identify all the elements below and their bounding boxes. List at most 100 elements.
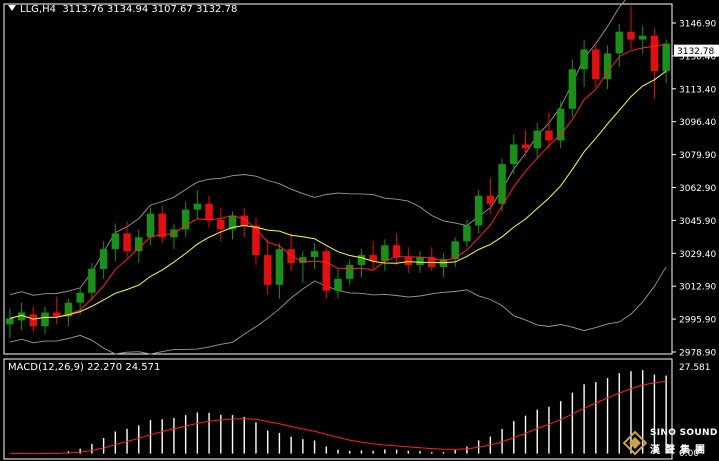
macd-signal-line — [9, 380, 667, 455]
candle-body — [486, 195, 495, 204]
low-value: 3107.67 — [151, 4, 193, 15]
candle — [52, 296, 61, 325]
candle — [41, 306, 49, 335]
candle — [334, 268, 342, 299]
candle — [6, 308, 14, 339]
candle-body — [181, 209, 190, 230]
macd-histogram — [20, 370, 667, 454]
candle — [287, 233, 295, 271]
macd-chart[interactable]: 27.5810.00 — [0, 358, 719, 461]
macd-value: 22.270 — [87, 362, 123, 373]
candle-body — [217, 219, 225, 230]
price-tick-label: 3079.90 — [679, 151, 716, 161]
candle — [650, 27, 659, 99]
candle-body — [545, 130, 553, 141]
price-tick-label: 3045.90 — [679, 217, 716, 227]
upper-band-line — [9, 0, 626, 296]
candle — [381, 239, 389, 271]
price-tick-label: 3062.90 — [679, 184, 716, 194]
candle — [88, 263, 96, 301]
price-tick-label: 3096.40 — [679, 118, 716, 128]
candle-body — [263, 255, 272, 285]
candle-body — [392, 245, 401, 258]
signal-value: 24.571 — [125, 362, 161, 373]
candle-body — [580, 49, 588, 70]
candle — [404, 247, 413, 273]
candle — [568, 59, 577, 117]
candle-body — [275, 249, 284, 285]
candle — [299, 251, 307, 283]
candle-body — [111, 233, 120, 250]
candle — [345, 259, 354, 285]
candle — [158, 205, 166, 244]
candle — [310, 243, 319, 269]
open-value: 3113.76 — [62, 4, 104, 15]
candle-body — [416, 257, 424, 266]
candle — [638, 25, 647, 54]
candle-body — [99, 249, 108, 269]
candle-body — [498, 164, 506, 204]
candle-body — [52, 312, 61, 317]
candle — [205, 195, 213, 228]
candle — [498, 158, 506, 212]
candle-body — [158, 213, 166, 238]
price-tick-label: 3113.40 — [679, 85, 716, 95]
candle — [123, 221, 131, 258]
candle-body — [627, 31, 635, 40]
candle — [486, 178, 495, 214]
candle — [64, 298, 73, 327]
candle — [662, 39, 670, 84]
sino-sound-logo: SINO SOUND 漢聲集團 — [621, 427, 719, 461]
diamond-logo-icon — [623, 431, 647, 455]
candle — [439, 253, 448, 277]
candle-body — [287, 249, 295, 264]
candle — [275, 243, 284, 299]
candle — [217, 207, 225, 242]
candle-body — [404, 257, 413, 266]
candle-body — [357, 255, 366, 266]
price-tick-label: 2995.90 — [679, 316, 716, 326]
candle — [357, 249, 366, 277]
candle — [322, 247, 331, 299]
candle-body — [310, 251, 319, 258]
candle — [263, 239, 272, 295]
candle — [510, 134, 518, 175]
candle-body — [638, 35, 647, 40]
candle — [240, 207, 248, 238]
price-tick-label: 3146.90 — [679, 20, 716, 30]
candle — [135, 229, 143, 264]
price-tick-label: 3029.40 — [679, 250, 716, 260]
chart-header: LLG,H4 3113.76 3134.94 3107.67 3132.78 — [8, 4, 237, 15]
candle-body — [662, 43, 670, 72]
candle-body — [345, 265, 354, 279]
candle-body — [381, 245, 389, 262]
candle-body — [29, 314, 38, 327]
candle-body — [533, 130, 541, 149]
trading-terminal: 3146.90 3130.40 3113.40 3096.40 3079.90 3062.… — [0, 0, 719, 461]
candle — [252, 217, 260, 266]
candle-body — [474, 195, 483, 226]
candle-body — [41, 312, 49, 327]
macd-tick-label: 27.581 — [679, 363, 711, 373]
candle — [533, 122, 541, 159]
candle-body — [556, 108, 565, 141]
candle — [392, 233, 401, 266]
candle-body — [252, 225, 260, 256]
high-value: 3134.94 — [106, 4, 149, 15]
candle-body — [135, 237, 143, 252]
candle — [521, 130, 530, 157]
logo-line1: SINO SOUND — [650, 428, 718, 438]
bollinger-bands — [9, 0, 667, 355]
macd-label: MACD(12,26,9) — [8, 362, 84, 373]
candle-body — [615, 31, 624, 54]
price-grid — [3, 3, 673, 355]
price-chart[interactable]: 3146.903130.403113.403096.403079.903062.… — [0, 0, 719, 356]
price-frame — [3, 3, 673, 355]
candle-body — [88, 268, 96, 293]
candle — [603, 45, 612, 90]
candle — [193, 189, 202, 220]
candle-body — [510, 144, 518, 165]
dropdown-triangle-icon[interactable] — [8, 5, 16, 11]
candle-body — [193, 203, 202, 210]
candle — [627, 5, 635, 50]
